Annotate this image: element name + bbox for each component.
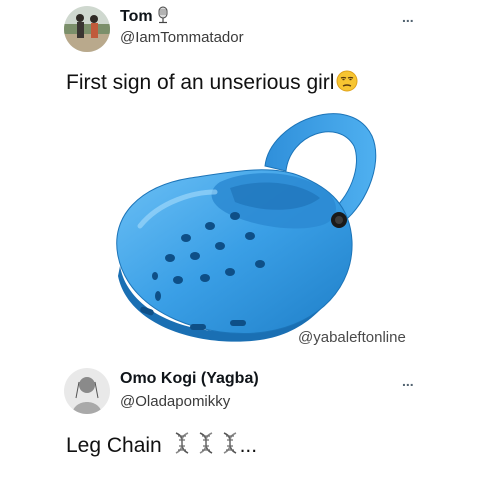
tom-avatar[interactable] (64, 6, 110, 52)
unamused-face-emoji-icon (336, 70, 358, 98)
omo-kogi-avatar[interactable] (64, 368, 110, 414)
more-options-button-2[interactable]: ... (402, 374, 414, 388)
reply-text-content: Leg Chain (66, 434, 162, 457)
tom-display-name[interactable]: Tom (120, 6, 170, 29)
tweet-text: First sign of an unserious girl (66, 70, 358, 98)
dna-icon (220, 432, 240, 460)
reply-text: Leg Chain ... (66, 432, 257, 460)
omo-kogi-display-name[interactable]: Omo Kogi (Yagba) (120, 370, 259, 388)
clog-photo[interactable] (100, 96, 390, 346)
omo-kogi-handle[interactable]: @Oladapomikky (120, 393, 230, 410)
tom-name-text: Tom (120, 8, 153, 25)
more-options-button[interactable]: ... (402, 10, 414, 24)
watermark-text: @yabaleftonline (298, 329, 406, 346)
tom-handle[interactable]: @IamTommatador (120, 29, 244, 46)
tweet-text-content: First sign of an unserious girl (66, 71, 335, 94)
reply-ellipsis: ... (239, 434, 258, 457)
dna-icon (196, 432, 216, 460)
microphone-icon (156, 6, 170, 29)
tweet-card-1: Tom @IamTommatador ... First sign of an … (0, 0, 480, 360)
dna-icon (172, 432, 192, 460)
